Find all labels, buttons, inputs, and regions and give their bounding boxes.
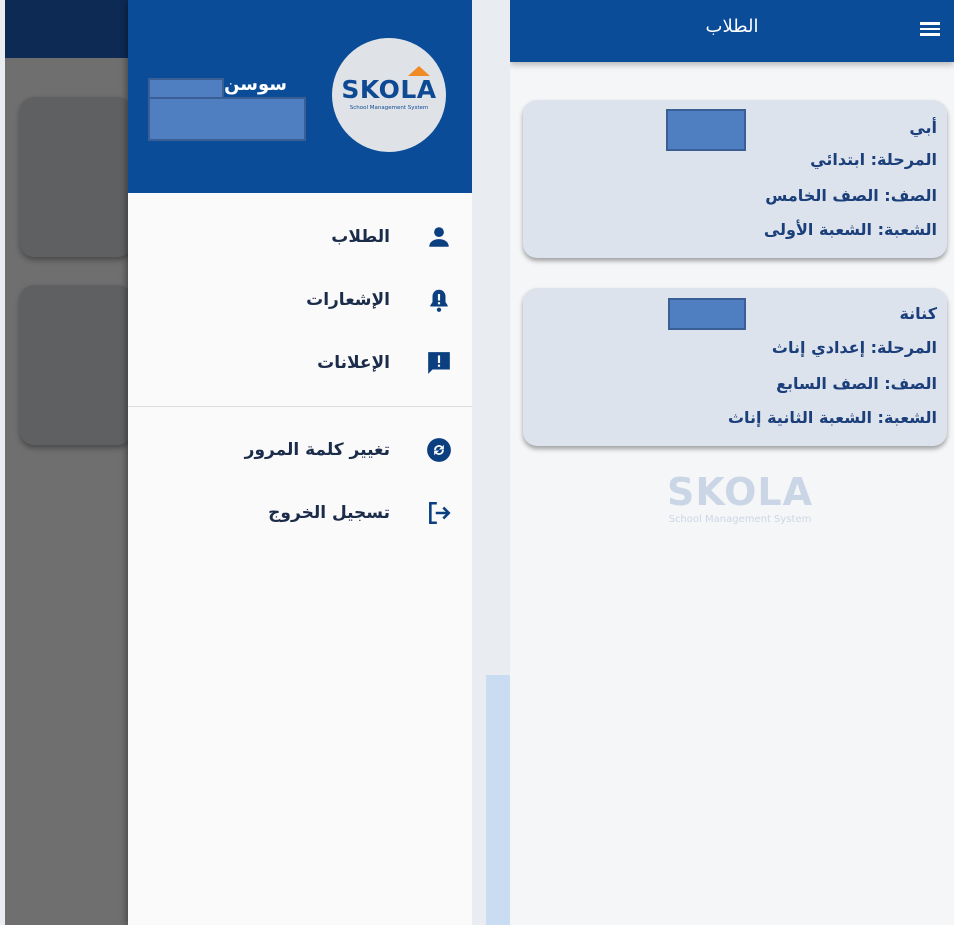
menu-item-students[interactable]: الطلاب	[128, 213, 472, 261]
menu-item-notifications[interactable]: الإشعارات	[128, 276, 472, 324]
menu-item-announcements[interactable]: الإعلانات	[128, 339, 472, 387]
person-icon	[429, 227, 449, 247]
refresh-circle-icon	[427, 438, 451, 462]
student-stage: المرحلة: إعدادي إناث	[771, 338, 937, 357]
screens-gap-accent	[486, 675, 510, 925]
menu-divider	[128, 406, 472, 407]
logo-brand: SKOLA	[341, 75, 437, 104]
student-card[interactable]: كنانة المرحلة: إعدادي إناث الصف: الصف ال…	[523, 288, 947, 446]
menu-item-label: الطلاب	[331, 227, 390, 247]
drawer-header: SKOLA School Management System سوسن	[128, 0, 472, 193]
student-name: كنانة	[899, 304, 937, 323]
dimmed-card	[20, 285, 132, 445]
drawer-screen: SKOLA School Management System سوسن الطل…	[5, 0, 472, 925]
app-bar: الطلاب	[510, 0, 954, 62]
announcement-icon	[428, 352, 450, 374]
logout-icon	[429, 501, 451, 525]
dimmed-card	[20, 97, 132, 257]
student-section: الشعبة: الشعبة الأولى	[763, 220, 937, 239]
bell-alert-icon	[430, 289, 448, 312]
page-title: الطلاب	[705, 16, 759, 37]
skola-watermark: SKOLA School Management System	[650, 470, 830, 530]
menu-item-change-password[interactable]: تغيير كلمة المرور	[128, 426, 472, 474]
skola-logo: SKOLA School Management System	[332, 38, 446, 152]
menu-item-logout[interactable]: تسجيل الخروج	[128, 489, 472, 537]
redaction-block	[148, 97, 306, 141]
menu-item-label: تغيير كلمة المرور	[244, 440, 390, 460]
redaction-block	[666, 109, 746, 151]
student-grade: الصف: الصف السابع	[776, 374, 937, 393]
student-section: الشعبة: الشعبة الثانية إناث	[727, 408, 937, 427]
menu-icon[interactable]	[920, 22, 940, 36]
student-card[interactable]: أبي المرحلة: ابتدائي الصف: الصف الخامس ا…	[523, 100, 947, 258]
menu-item-label: الإعلانات	[317, 353, 390, 373]
student-name: أبي	[909, 118, 937, 137]
logo-tagline: School Management System	[349, 105, 429, 111]
menu-item-label: تسجيل الخروج	[268, 503, 390, 523]
students-screen: الطلاب أبي المرحلة: ابتدائي الصف: الصف ا…	[510, 0, 954, 925]
watermark-brand: SKOLA	[666, 470, 814, 514]
student-stage: المرحلة: ابتدائي	[810, 150, 937, 169]
user-name: سوسن	[224, 74, 287, 95]
navigation-drawer: SKOLA School Management System سوسن الطل…	[128, 0, 472, 925]
redaction-block	[668, 298, 746, 330]
student-grade: الصف: الصف الخامس	[765, 186, 937, 205]
menu-item-label: الإشعارات	[306, 290, 390, 310]
watermark-tagline: School Management System	[668, 514, 812, 525]
